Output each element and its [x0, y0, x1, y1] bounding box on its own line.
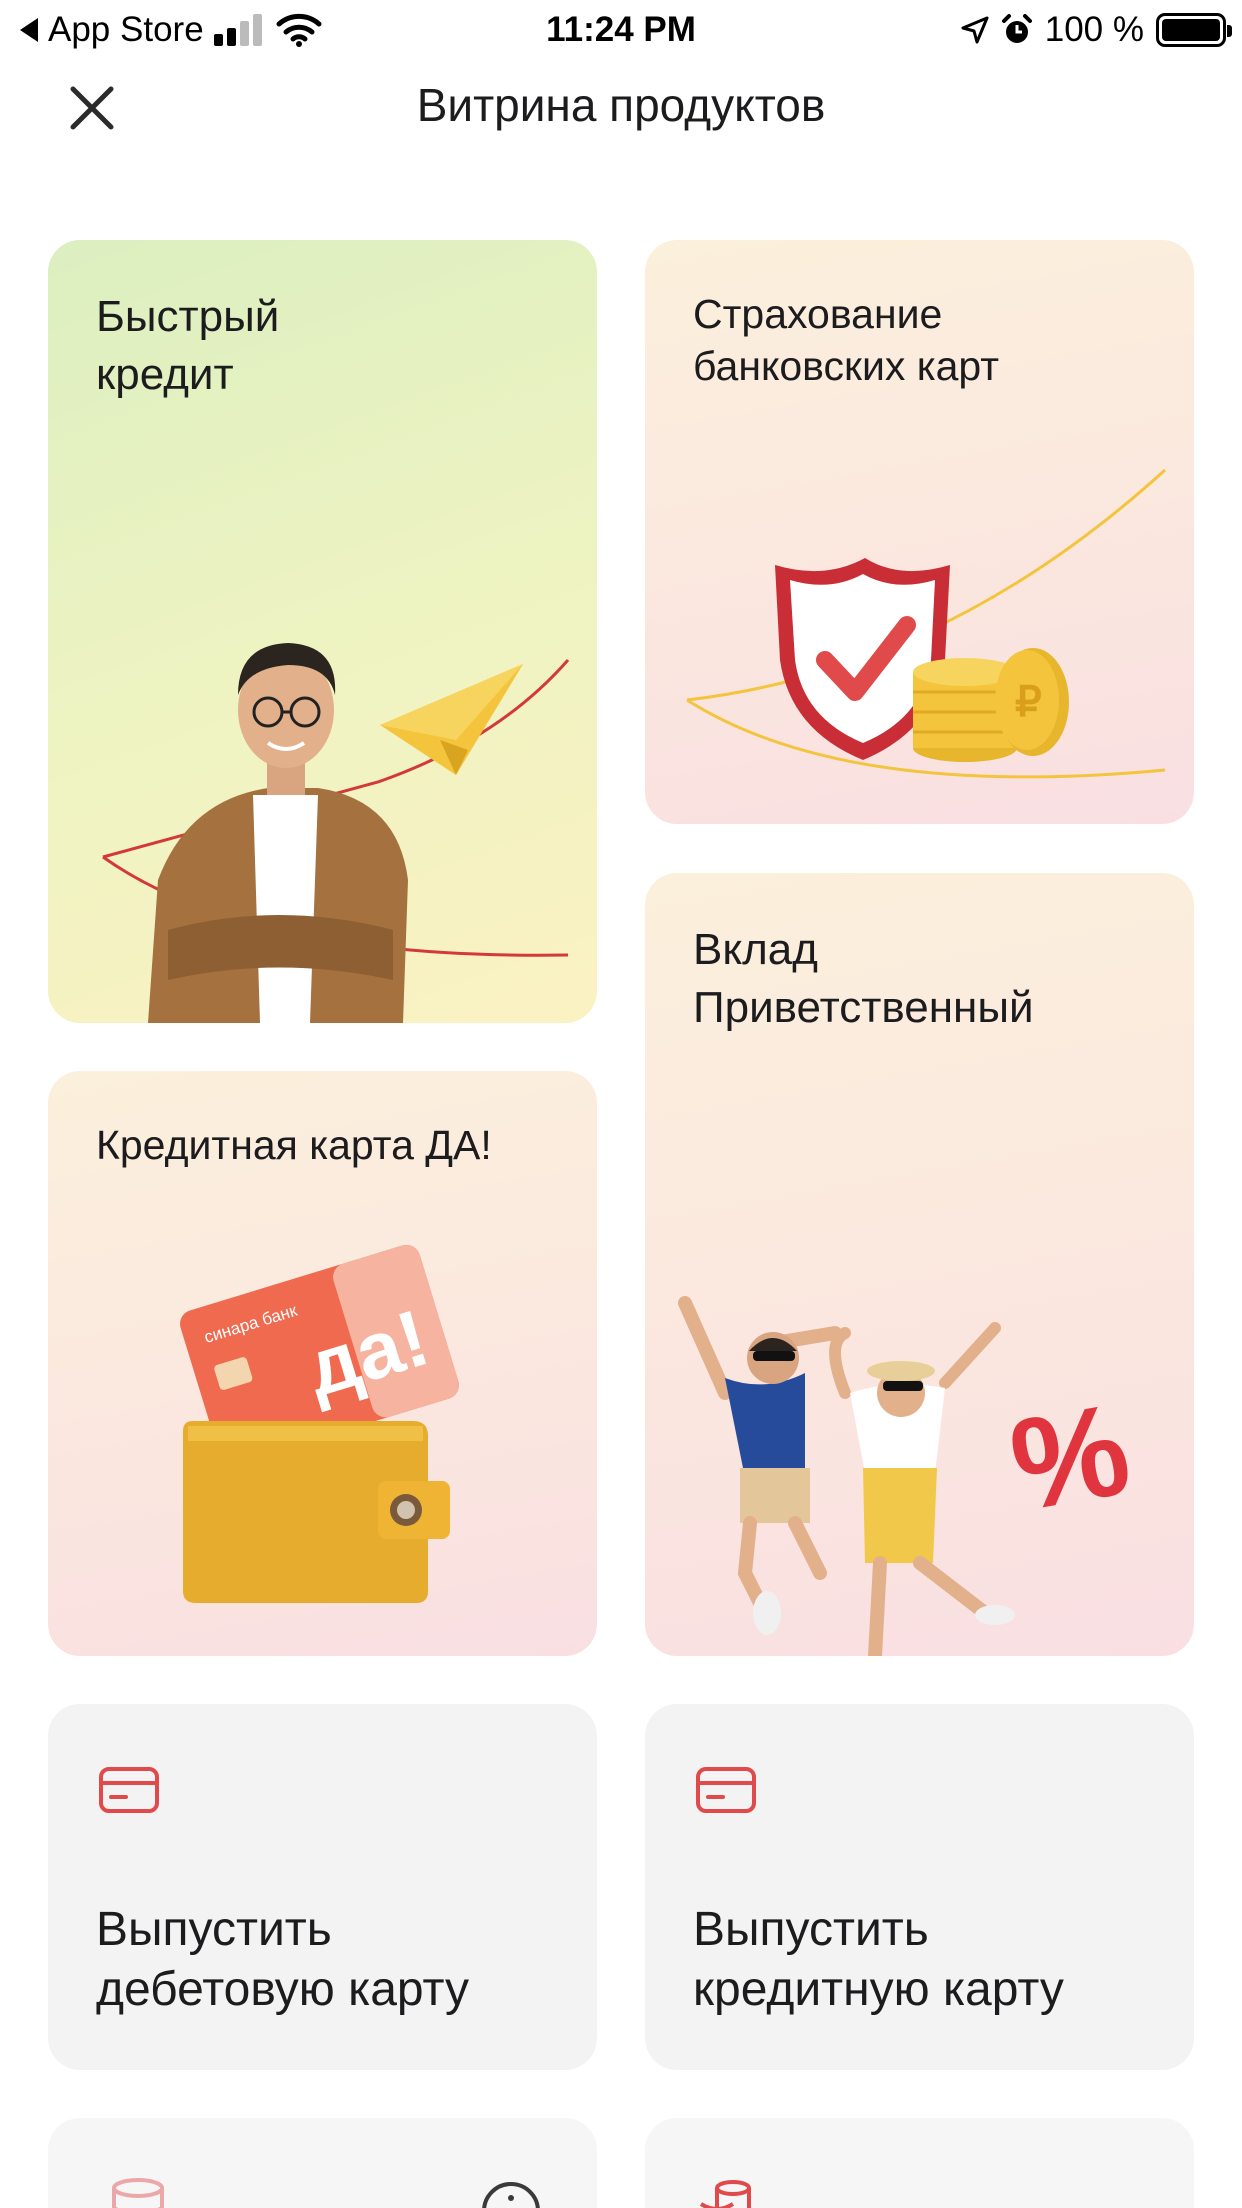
product-card-quick-credit[interactable]: Быстрый кредит	[48, 240, 597, 1023]
battery-level	[1162, 19, 1220, 41]
battery-percent: 100 %	[1044, 10, 1144, 49]
coins-icon	[112, 2178, 164, 2208]
wallet-icon	[183, 1421, 450, 1603]
page-title: Витрина продуктов	[416, 79, 826, 131]
credit-card-icon	[99, 1767, 159, 1813]
credit-card-da-illustration: синара банк да!	[180, 1244, 459, 1603]
coins-stack-icon: ₽	[913, 648, 1069, 762]
info-icon[interactable]	[480, 2180, 542, 2208]
card-title: Выпустить кредитную карту	[693, 1903, 1064, 2016]
deposit-illustration: %	[678, 1296, 1140, 1656]
product-card-issue-credit[interactable]: Выпустить кредитную карту	[645, 1704, 1194, 2070]
jumping-woman	[829, 1322, 1015, 1656]
percent-icon: %	[1000, 1375, 1139, 1539]
status-right: 100 %	[961, 10, 1232, 50]
svg-text:%: %	[1000, 1375, 1139, 1539]
battery-icon	[1156, 13, 1232, 47]
credit-card-icon	[696, 1767, 756, 1813]
product-card-bottom-left[interactable]	[48, 2118, 597, 2208]
insurance-illustration: ₽	[686, 468, 1167, 779]
product-card-welcome-deposit[interactable]: Вклад Приветственный %	[645, 873, 1194, 1656]
man-portrait	[148, 643, 408, 1023]
location-arrow-icon	[961, 16, 989, 44]
product-card-bottom-right[interactable]	[645, 2118, 1194, 2208]
product-card-credit-card-da[interactable]: Кредитная карта ДА! синара банк да!	[48, 1071, 597, 1656]
status-bar: App Store 11:24 PM 100 %	[0, 0, 1242, 62]
product-card-card-insurance[interactable]: Страхование банковских карт ₽	[645, 240, 1194, 824]
product-card-issue-debit[interactable]: Выпустить дебетовую карту	[48, 1704, 597, 2070]
nav-bar: Витрина продуктов	[0, 62, 1242, 182]
coins-stack-icon	[699, 2180, 751, 2208]
jumping-man	[678, 1296, 842, 1635]
svg-text:₽: ₽	[1015, 678, 1042, 725]
card-title: Выпустить дебетовую карту	[96, 1903, 470, 2016]
quick-credit-illustration	[102, 643, 570, 1023]
alarm-icon	[1001, 14, 1032, 43]
